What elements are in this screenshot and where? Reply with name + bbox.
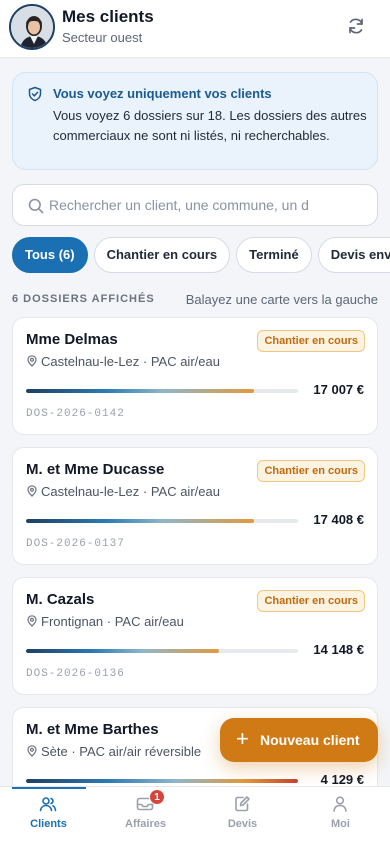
client-location: Castelnau-le-Lez · PAC air/eau bbox=[26, 354, 220, 369]
progress-bar bbox=[26, 389, 298, 393]
status-badge: Chantier en cours bbox=[257, 330, 365, 352]
list-count: 6 DOSSIERS AFFICHÉS bbox=[12, 293, 155, 305]
tab-label: Clients bbox=[30, 818, 67, 830]
client-location: Sète · PAC air/air réversible bbox=[26, 744, 201, 759]
progress-fill bbox=[26, 389, 255, 393]
filter-chip-done[interactable]: Terminé bbox=[236, 237, 312, 273]
client-name: M. et Mme Ducasse bbox=[26, 461, 165, 478]
client-amount: 14 148 € bbox=[313, 642, 364, 657]
bottom-tab-bar: Clients 1 Affaires Devis Moi bbox=[0, 786, 390, 844]
status-badge: Chantier en cours bbox=[257, 590, 365, 612]
tab-moi[interactable]: Moi bbox=[292, 787, 389, 844]
dossier-ref: DOS-2026-0137 bbox=[26, 538, 125, 550]
client-name: M. Cazals bbox=[26, 591, 95, 608]
visibility-notice: Vous voyez uniquement vos clients Vous v… bbox=[12, 72, 378, 170]
client-location-text: Castelnau-le-Lez · PAC air/eau bbox=[41, 484, 220, 499]
new-client-button[interactable]: + Nouveau client bbox=[220, 718, 378, 762]
progress-fill bbox=[26, 649, 220, 653]
status-badge: Chantier en cours bbox=[257, 460, 365, 482]
person-icon bbox=[330, 794, 350, 814]
client-name: M. et Mme Barthes bbox=[26, 721, 159, 738]
shield-check-icon bbox=[27, 86, 43, 102]
progress-fill bbox=[26, 519, 255, 523]
edit-document-icon bbox=[232, 794, 252, 814]
search-icon bbox=[27, 197, 45, 215]
page-title: Mes clients bbox=[62, 7, 154, 26]
app-header: Mes clients Secteur ouest bbox=[0, 0, 390, 58]
client-card[interactable]: M. et Mme Ducasse Chantier en cours Cast… bbox=[12, 447, 378, 565]
progress-bar bbox=[26, 779, 298, 783]
client-location-text: Frontignan · PAC air/eau bbox=[41, 614, 184, 629]
avatar[interactable] bbox=[9, 4, 55, 50]
notice-title: Vous voyez uniquement vos clients bbox=[53, 86, 272, 101]
search-box[interactable] bbox=[12, 184, 378, 226]
search-input[interactable] bbox=[49, 185, 339, 225]
client-amount: 17 408 € bbox=[313, 512, 364, 527]
progress-bar bbox=[26, 519, 298, 523]
client-card[interactable]: Mme Delmas Chantier en cours Castelnau-l… bbox=[12, 317, 378, 435]
location-pin-icon bbox=[27, 355, 37, 367]
dossier-ref: DOS-2026-0136 bbox=[26, 668, 125, 680]
new-client-label: Nouveau client bbox=[260, 732, 360, 748]
filter-chip-quote-sent[interactable]: Devis envoyé bbox=[317, 237, 390, 273]
location-pin-icon bbox=[27, 745, 37, 757]
notification-badge: 1 bbox=[149, 789, 165, 805]
filter-chip-in-progress[interactable]: Chantier en cours bbox=[93, 237, 231, 273]
swipe-hint: Balayez une carte vers la gauche bbox=[185, 292, 378, 307]
client-amount: 17 007 € bbox=[313, 382, 364, 397]
plus-icon: + bbox=[236, 726, 249, 751]
tab-label: Affaires bbox=[125, 818, 166, 830]
active-tab-indicator bbox=[12, 787, 86, 789]
tab-affaires[interactable]: 1 Affaires bbox=[97, 787, 194, 844]
client-card[interactable]: M. Cazals Chantier en cours Frontignan ·… bbox=[12, 577, 378, 695]
client-location-text: Sète · PAC air/air réversible bbox=[41, 744, 202, 759]
location-pin-icon bbox=[27, 615, 37, 627]
tab-clients[interactable]: Clients bbox=[0, 787, 97, 844]
refresh-icon[interactable] bbox=[346, 16, 366, 36]
tab-devis[interactable]: Devis bbox=[194, 787, 291, 844]
client-name: Mme Delmas bbox=[26, 331, 118, 348]
page-subtitle: Secteur ouest bbox=[62, 30, 143, 45]
dossier-ref: DOS-2026-0142 bbox=[26, 408, 125, 420]
progress-fill bbox=[26, 779, 298, 783]
progress-bar bbox=[26, 649, 298, 653]
users-icon bbox=[38, 794, 58, 814]
location-pin-icon bbox=[27, 485, 37, 497]
client-amount: 4 129 € bbox=[320, 772, 364, 787]
filter-chip-all[interactable]: Tous (6) bbox=[12, 237, 88, 273]
notice-body: Vous voyez 6 dossiers sur 18. Les dossie… bbox=[53, 108, 367, 143]
client-location: Castelnau-le-Lez · PAC air/eau bbox=[26, 484, 220, 499]
tab-label: Devis bbox=[227, 818, 258, 830]
tab-label: Moi bbox=[331, 818, 350, 830]
client-location-text: Castelnau-le-Lez · PAC air/eau bbox=[41, 354, 220, 369]
client-location: Frontignan · PAC air/eau bbox=[26, 614, 184, 629]
filter-chips: Tous (6) Chantier en cours Terminé Devis en… bbox=[12, 237, 390, 273]
avatar-portrait-image bbox=[11, 6, 53, 48]
